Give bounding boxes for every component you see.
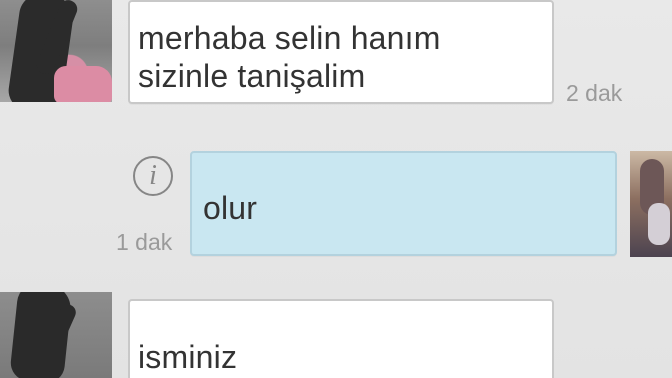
avatar-left-bottom[interactable] xyxy=(0,292,112,378)
incoming-message-bubble[interactable]: merhaba selin hanım sizinle tanişalim xyxy=(128,0,554,104)
message-text-line-1: olur xyxy=(203,190,258,226)
info-icon[interactable]: i xyxy=(133,156,173,196)
message-text-line-1: merhaba selin hanım xyxy=(138,20,441,56)
message-timestamp: 1 dak xyxy=(116,229,173,255)
avatar-clothing-patch xyxy=(54,66,112,102)
avatar-right[interactable] xyxy=(630,151,672,257)
incoming-message-bubble[interactable]: isminiz xyxy=(128,299,554,378)
avatar-photo-shape xyxy=(648,203,670,245)
outgoing-message-bubble[interactable]: olur xyxy=(190,151,617,256)
message-text-line-1: isminiz xyxy=(138,339,238,375)
message-text-line-2: sizinle tanişalim xyxy=(138,58,366,94)
chat-thread: merhaba selin hanım sizinle tanişalim 2 … xyxy=(0,0,672,378)
avatar-left-top[interactable] xyxy=(0,0,112,102)
message-timestamp: 2 dak xyxy=(566,80,623,106)
